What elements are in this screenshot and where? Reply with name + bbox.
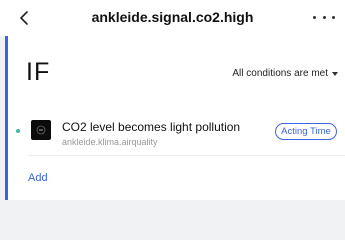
device-icon — [31, 120, 51, 140]
add-condition-button[interactable]: Add — [28, 172, 48, 184]
condition-card — [5, 36, 345, 200]
status-dot — [16, 129, 20, 133]
if-heading: IF — [26, 58, 51, 86]
match-mode-dropdown[interactable]: All conditions are met — [232, 68, 338, 79]
header-bar: ankleide.signal.co2.high — [0, 0, 345, 36]
caret-down-icon — [332, 71, 338, 76]
more-options-button[interactable] — [313, 9, 335, 25]
more-horizontal-icon — [313, 15, 316, 19]
match-mode-label: All conditions are met — [232, 68, 328, 79]
condition-title[interactable]: CO2 level becomes light pollution — [62, 120, 240, 134]
page-title: ankleide.signal.co2.high — [91, 9, 254, 25]
card-accent-bar — [5, 36, 8, 200]
condition-subtitle: ankleide.klima.airquality — [62, 137, 158, 147]
acting-time-button[interactable]: Acting Time — [275, 123, 337, 140]
divider — [28, 155, 345, 156]
